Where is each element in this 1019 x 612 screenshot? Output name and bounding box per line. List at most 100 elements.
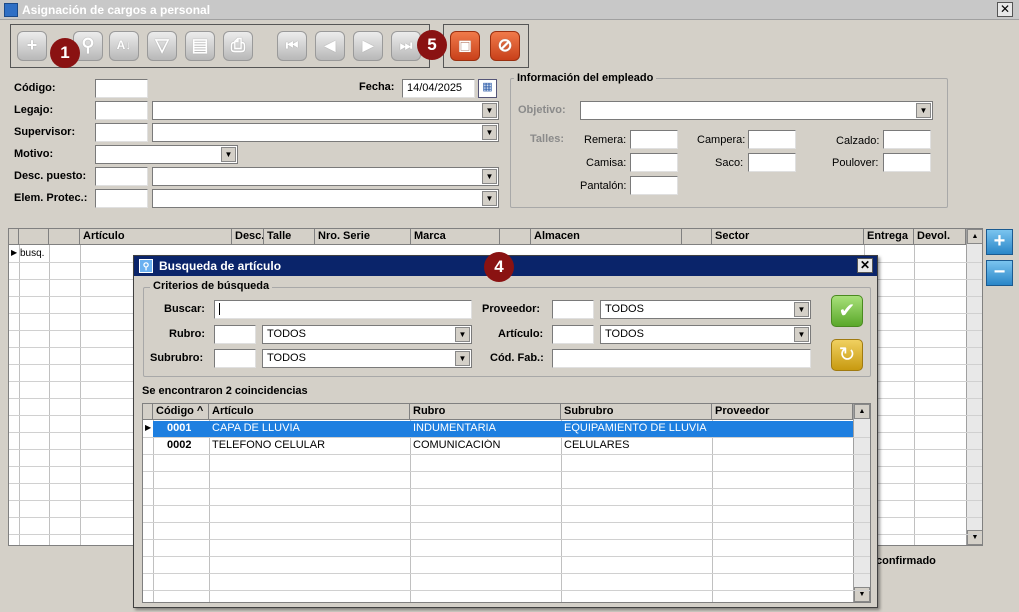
table-row[interactable]: 0002 TELEFONO CELULAR COMUNICACIÓN CELUL… — [153, 438, 853, 454]
elem-protec-code-input[interactable] — [95, 189, 148, 208]
busq-cell[interactable]: busq. — [20, 248, 44, 259]
proveedor-code-input[interactable] — [552, 300, 594, 319]
dialog-close-button[interactable]: ✕ — [857, 258, 873, 273]
elem-protec-select[interactable]: ▼ — [152, 189, 499, 208]
search-icon: ⚲ — [139, 259, 153, 273]
subrubro-select[interactable]: TODOS ▼ — [262, 349, 472, 368]
fecha-input[interactable]: 14/04/2025 — [402, 79, 475, 98]
accept-button[interactable]: ✔ — [831, 295, 863, 327]
add-row-button[interactable]: + — [986, 229, 1013, 255]
toolbar-actions: ▣ ⊘ — [443, 24, 529, 68]
calzado-label: Calzado: — [836, 135, 880, 147]
criteria-title: Criterios de búsqueda — [150, 280, 273, 292]
row-codigo: 0002 — [167, 439, 192, 451]
col-rubro[interactable]: Rubro — [410, 404, 561, 420]
motivo-select[interactable]: ▼ — [95, 145, 238, 164]
col-nro-serie[interactable]: Nro. Serie — [315, 229, 411, 245]
col-codigo[interactable]: Código ^ — [153, 404, 209, 420]
row-codigo: 0001 — [167, 422, 192, 434]
col-marca[interactable]: Marca — [411, 229, 500, 245]
chevron-down-icon: ▼ — [482, 169, 497, 184]
fecha-label: Fecha: — [359, 81, 395, 93]
col-devol[interactable]: Devol. — [914, 229, 966, 245]
calendar-icon[interactable]: ▦ — [478, 79, 497, 98]
proveedor-select-value: TODOS — [605, 303, 644, 315]
desc-puesto-select[interactable]: ▼ — [152, 167, 499, 186]
col-subrubro[interactable]: Subrubro — [561, 404, 712, 420]
campera-input[interactable] — [748, 130, 796, 149]
next-record-button[interactable]: ▶ — [353, 31, 383, 61]
first-record-button[interactable]: ⏮ — [277, 31, 307, 61]
col-sector[interactable]: Sector — [712, 229, 864, 245]
objetivo-select[interactable]: ▼ — [580, 101, 933, 120]
col-desc[interactable]: Desc. — [232, 229, 264, 245]
col-almacen[interactable]: Almacen — [531, 229, 682, 245]
poulover-input[interactable] — [883, 153, 931, 172]
camisa-input[interactable] — [630, 153, 678, 172]
rubro-label: Rubro: — [169, 328, 206, 340]
add-button[interactable]: + — [17, 31, 47, 61]
buscar-label: Buscar: — [164, 303, 205, 315]
window-titlebar: Asignación de cargos a personal ✕ — [0, 0, 1019, 20]
rubro-code-input[interactable] — [214, 325, 256, 344]
window-close-button[interactable]: ✕ — [997, 2, 1013, 17]
app-icon — [4, 3, 18, 17]
articulo-select[interactable]: TODOS ▼ — [600, 325, 811, 344]
row-pointer-icon: ▶ — [11, 248, 18, 257]
sort-button[interactable]: A↓ — [109, 31, 139, 61]
report-button[interactable]: ▤ — [185, 31, 215, 61]
chevron-down-icon: ▼ — [455, 327, 470, 342]
chevron-down-icon: ▼ — [482, 125, 497, 140]
chevron-down-icon: ▼ — [455, 351, 470, 366]
supervisor-code-input[interactable] — [95, 123, 148, 142]
col-entrega[interactable]: Entrega — [864, 229, 914, 245]
remera-input[interactable] — [630, 130, 678, 149]
col-articulo[interactable]: Artículo — [80, 229, 232, 245]
codfab-label: Cód. Fab.: — [490, 352, 544, 364]
results-grid[interactable]: Código ^ Artículo Rubro Subrubro Proveed… — [142, 403, 871, 603]
rubro-select[interactable]: TODOS ▼ — [262, 325, 472, 344]
supervisor-select[interactable]: ▼ — [152, 123, 499, 142]
row-pointer-icon: ▶ — [145, 423, 152, 432]
window-title: Asignación de cargos a personal — [22, 3, 211, 17]
col-articulo[interactable]: Artículo — [209, 404, 410, 420]
saco-input[interactable] — [748, 153, 796, 172]
desc-puesto-label: Desc. puesto: — [14, 170, 87, 182]
chevron-down-icon: ▼ — [221, 147, 236, 162]
calzado-input[interactable] — [883, 130, 931, 149]
prev-record-button[interactable]: ◀ — [315, 31, 345, 61]
pantalon-label: Pantalón: — [580, 180, 627, 192]
elem-protec-label: Elem. Protec.: — [14, 192, 88, 204]
articulo-code-input[interactable] — [552, 325, 594, 344]
camisa-label: Camisa: — [586, 157, 627, 169]
subrubro-code-input[interactable] — [214, 349, 256, 368]
annotation-badge-4: 4 — [484, 252, 514, 282]
row-articulo: CAPA DE LLUVIA — [212, 422, 300, 434]
scroll-up-icon[interactable]: ▲ — [967, 229, 982, 244]
chevron-down-icon: ▼ — [482, 103, 497, 118]
save-button[interactable]: ▣ — [450, 31, 480, 61]
remera-label: Remera: — [584, 134, 627, 146]
desc-puesto-code-input[interactable] — [95, 167, 148, 186]
cancel-button[interactable]: ⊘ — [490, 31, 520, 61]
col-talle[interactable]: Talle — [264, 229, 315, 245]
print-button[interactable]: ⎙ — [223, 31, 253, 61]
legajo-code-input[interactable] — [95, 101, 148, 120]
buscar-input[interactable] — [214, 300, 472, 319]
scroll-up-icon[interactable]: ▲ — [854, 404, 870, 419]
table-row[interactable]: 0001 CAPA DE LLUVIA INDUMENTARIA EQUIPAM… — [153, 421, 853, 437]
legajo-select[interactable]: ▼ — [152, 101, 499, 120]
codfab-input[interactable] — [552, 349, 811, 368]
pantalon-input[interactable] — [630, 176, 678, 195]
grid-scrollbar[interactable]: ▲ ▼ — [966, 229, 982, 545]
subrubro-label: Subrubro: — [150, 352, 204, 364]
codigo-input[interactable] — [95, 79, 148, 98]
filter-button[interactable]: ▽ — [147, 31, 177, 61]
refresh-button[interactable]: ↻ — [831, 339, 863, 371]
saco-label: Saco: — [715, 157, 744, 169]
col-proveedor[interactable]: Proveedor — [712, 404, 853, 420]
scroll-down-icon[interactable]: ▼ — [967, 530, 982, 545]
remove-row-button[interactable]: − — [986, 260, 1013, 286]
proveedor-select[interactable]: TODOS ▼ — [600, 300, 811, 319]
talles-label: Talles: — [530, 133, 565, 145]
